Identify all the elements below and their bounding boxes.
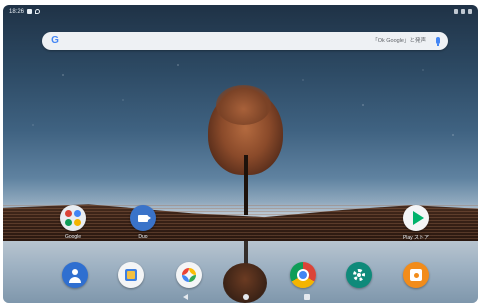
dock-photos[interactable] [169, 262, 209, 288]
location-icon [35, 9, 40, 14]
device-frame: 18:26 G 「Ok Google」と発声 Google Duo Play ス… [0, 0, 483, 306]
wallpaper-tree-trunk [244, 155, 248, 215]
app-duo[interactable]: Duo [123, 205, 163, 240]
dock-music[interactable] [396, 262, 436, 288]
battery-icon [468, 9, 472, 14]
google-folder-icon [60, 205, 86, 231]
navigation-bar [3, 291, 478, 303]
status-time: 18:26 [9, 9, 25, 15]
app-google-folder[interactable]: Google [53, 205, 93, 240]
duo-icon [130, 205, 156, 231]
photos-icon [176, 262, 202, 288]
microphone-icon[interactable] [436, 37, 440, 46]
home-screen: 18:26 G 「Ok Google」と発声 Google Duo Play ス… [3, 5, 478, 303]
dock-settings[interactable] [339, 262, 379, 288]
chrome-icon [290, 262, 316, 288]
app-label: Google [64, 234, 82, 240]
dock-files[interactable] [111, 262, 151, 288]
dock-contacts[interactable] [55, 262, 95, 288]
home-icon[interactable] [243, 294, 249, 300]
bluetooth-icon [454, 9, 458, 14]
contacts-icon [62, 262, 88, 288]
status-indicators [454, 5, 472, 14]
google-logo-icon: G [51, 35, 59, 46]
app-label: Play ストア [402, 235, 430, 241]
wifi-icon [461, 9, 465, 14]
status-bar: 18:26 [3, 5, 478, 19]
files-icon [118, 262, 144, 288]
app-play-store[interactable]: Play ストア [396, 205, 436, 241]
notification-icon [27, 9, 32, 14]
dock-chrome[interactable] [283, 262, 323, 288]
search-hint: 「Ok Google」と発声 [372, 38, 426, 44]
app-label: Duo [138, 234, 148, 240]
music-icon [403, 262, 429, 288]
settings-icon [346, 262, 372, 288]
google-search-bar[interactable]: G 「Ok Google」と発声 [42, 32, 448, 50]
play-store-icon [403, 205, 429, 231]
wallpaper-tree-crown-top [216, 85, 271, 125]
back-icon[interactable] [183, 294, 188, 300]
recents-icon[interactable] [304, 294, 310, 300]
